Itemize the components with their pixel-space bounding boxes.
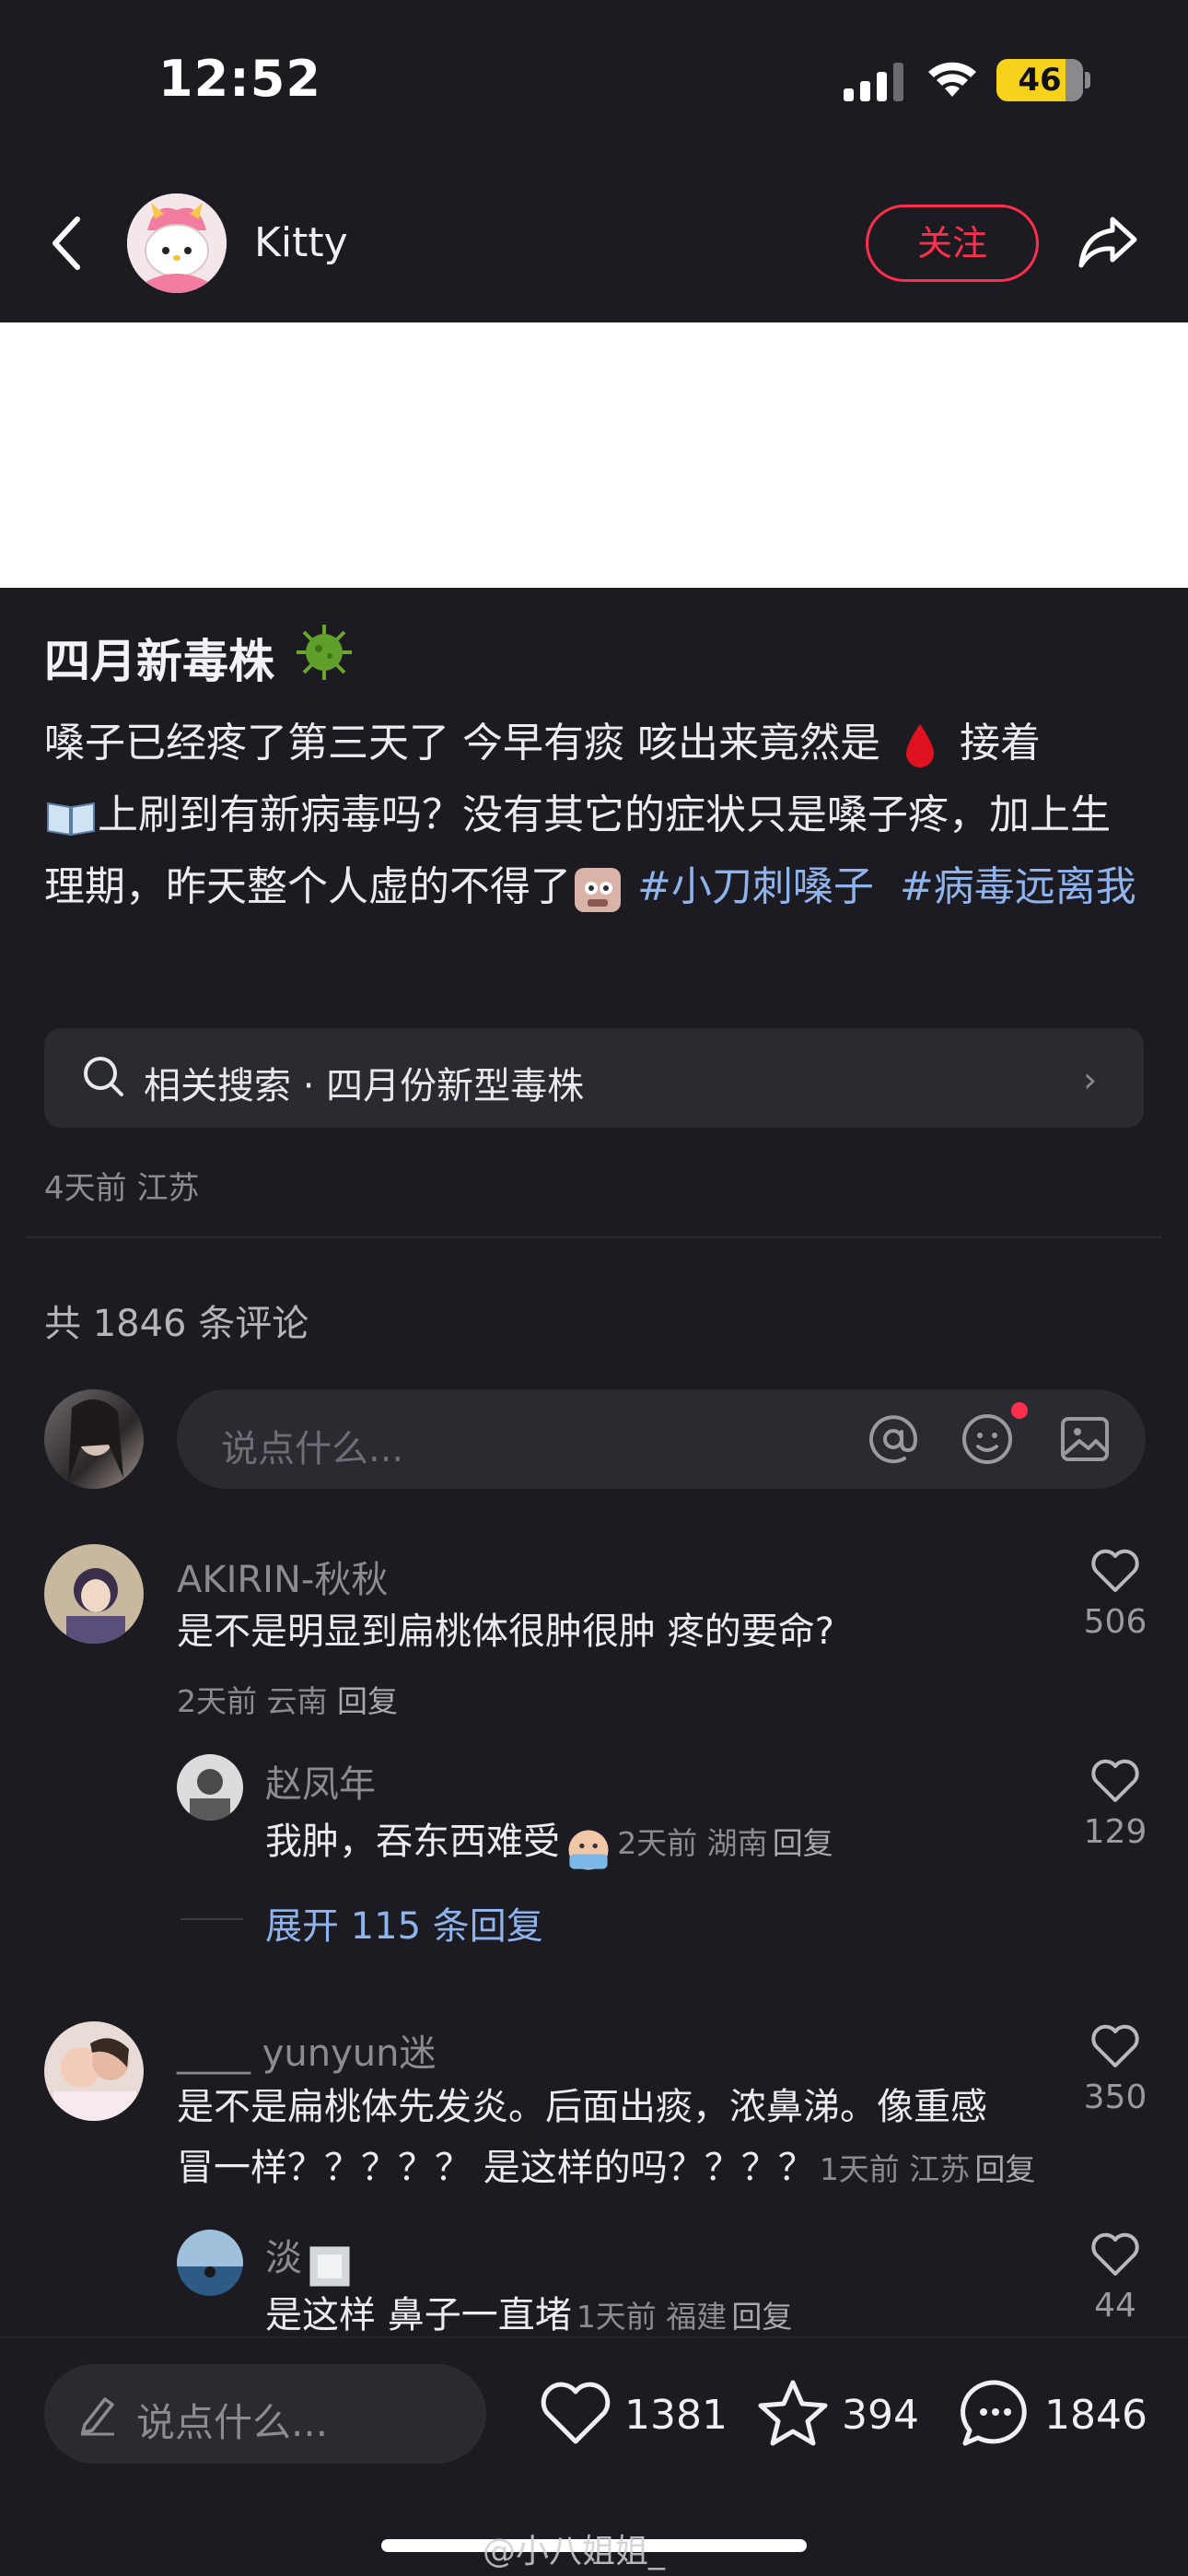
comment-text[interactable]: 是不是明显到扁桃体很肿很肿 疼的要命?: [177, 1601, 834, 1662]
status-time: 12:52: [158, 50, 321, 108]
battery-level: 46: [1018, 62, 1062, 99]
post-body-text-1: 嗓子已经疼了第三天了 今早有痰 咳出来竟然是: [44, 720, 880, 767]
like-count: 350: [1083, 2078, 1147, 2116]
comment-input-placeholder: 说点什么...: [221, 1428, 404, 1470]
reply-author[interactable]: 淡: [265, 2237, 302, 2279]
hashtag-link-1[interactable]: #小刀刺嗓子: [637, 863, 874, 910]
my-avatar[interactable]: [44, 1389, 144, 1489]
notification-dot: [1011, 1402, 1028, 1419]
heart-icon: [1091, 2232, 1139, 2276]
watermark: @小八姐姐_: [483, 2533, 666, 2570]
back-arrow-icon[interactable]: [48, 214, 85, 273]
favorite-star-icon[interactable]: [755, 2377, 831, 2449]
comment-time-location: 1天前 江苏: [819, 2151, 971, 2187]
reply-button[interactable]: 回复: [773, 1825, 833, 1861]
expand-replies-line: [181, 1918, 243, 1920]
divider: [26, 1236, 1162, 1238]
comment-total[interactable]: 1846: [1044, 2392, 1147, 2439]
comment-author[interactable]: AKIRIN-秋秋: [177, 1550, 388, 1603]
comment-time-location: 2天前 云南: [177, 1683, 328, 1719]
comment-bubble-icon[interactable]: [958, 2377, 1033, 2451]
user-photo-avatar-icon: [68, 1399, 123, 1481]
post-title: 四月新毒株: [44, 635, 274, 688]
heart-icon: [1091, 1759, 1139, 1802]
comment-text-line-2[interactable]: 冒一样？？？？？ 是这样的吗？？？？: [177, 2147, 815, 2189]
battery-icon: 46: [996, 59, 1083, 101]
chevron-right-icon: ›: [1083, 1060, 1098, 1100]
baby-photo-avatar-icon: [44, 2021, 144, 2121]
reply-button[interactable]: 回复: [337, 1683, 398, 1719]
pencil-icon: [81, 2397, 114, 2436]
blood-drop-icon: [905, 724, 934, 767]
image-upload-icon[interactable]: [1057, 1411, 1112, 1467]
comment-avatar[interactable]: [44, 1544, 144, 1644]
reply-like[interactable]: 44: [1065, 2231, 1166, 2324]
emoji-picker-icon[interactable]: [960, 1411, 1015, 1467]
hashtag-link-2[interactable]: #病毒远离我: [900, 863, 1136, 910]
reply-button[interactable]: 回复: [731, 2299, 792, 2335]
expand-replies-button[interactable]: 展开 115 条回复: [265, 1896, 543, 1950]
reply-time-location: 1天前 福建: [576, 2299, 728, 2335]
post-time-location: 4天前 江苏: [44, 1170, 200, 1207]
comment-meta: 2天前 云南 回复: [177, 1677, 398, 1721]
reply-body: 我肿，吞东西难受 2天前 湖南 回复: [265, 1811, 833, 1874]
bottom-input-placeholder: 说点什么...: [136, 2400, 329, 2445]
related-search-label[interactable]: 相关搜索 · 四月份新型毒株: [144, 1056, 584, 1109]
reply-avatar[interactable]: [177, 2230, 243, 2296]
comment-line-2: 冒一样？？？？？ 是这样的吗？？？？ 1天前 江苏 回复: [177, 2137, 1035, 2198]
author-avatar[interactable]: [127, 193, 227, 293]
reply-like[interactable]: 129: [1065, 1758, 1166, 1851]
share-icon[interactable]: [1076, 212, 1140, 273]
hello-kitty-avatar-icon: [127, 193, 227, 293]
search-icon: [84, 1057, 123, 1096]
reply-author[interactable]: 赵凤年: [265, 1754, 376, 1808]
reply-author-row: 淡: [265, 2228, 353, 2289]
like-total[interactable]: 1381: [624, 2392, 728, 2439]
reply-button[interactable]: 回复: [974, 2151, 1035, 2187]
comment-author[interactable]: ____ yunyun迷: [177, 2023, 436, 2077]
comment-like[interactable]: 506: [1065, 1548, 1166, 1641]
like-count: 44: [1094, 2287, 1136, 2324]
anime-avatar-icon: [44, 1544, 144, 1644]
like-count: 506: [1083, 1603, 1147, 1641]
frosted-square-sticker-icon: [309, 2245, 350, 2287]
post-image-area[interactable]: [0, 322, 1188, 588]
sick-face-sticker-icon: [575, 868, 621, 912]
like-icon[interactable]: [540, 2381, 611, 2447]
post-body: 嗓子已经疼了第三天了 今早有痰 咳出来竟然是 接着 上刷到有新病毒吗？没有其它的…: [44, 708, 1149, 923]
at-mention-icon[interactable]: [866, 1411, 921, 1467]
comment-text-line-1[interactable]: 是不是扁桃体先发炎。后面出痰，浓鼻涕。像重感: [177, 2077, 987, 2137]
cellular-signal-icon: [844, 63, 903, 101]
follow-button[interactable]: 关注: [866, 205, 1039, 282]
crying-sticker-icon: [568, 1829, 609, 1870]
reply-time-location: 2天前 湖南: [617, 1825, 768, 1861]
author-name[interactable]: Kitty: [254, 219, 348, 266]
favorite-total[interactable]: 394: [842, 2392, 919, 2439]
reply-avatar[interactable]: [177, 1754, 243, 1821]
post-body-text-2: 接着: [946, 720, 1041, 767]
virus-emoji-icon: [297, 625, 352, 680]
open-book-icon: [47, 802, 95, 837]
comment-avatar[interactable]: [44, 2021, 144, 2121]
heart-icon: [1091, 2024, 1139, 2067]
wifi-icon: [928, 62, 976, 97]
like-count: 129: [1083, 1813, 1147, 1851]
reply-text[interactable]: 是这样 鼻子一直堵: [265, 2294, 572, 2336]
battery-cap: [1085, 72, 1090, 88]
reply-text[interactable]: 我肿，吞东西难受: [265, 1821, 560, 1863]
comment-count: 共 1846 条评论: [44, 1303, 309, 1345]
sea-photo-avatar-icon: [177, 2230, 243, 2296]
heart-icon: [1091, 1549, 1139, 1592]
comment-like[interactable]: 350: [1065, 2023, 1166, 2116]
photo-avatar-icon: [177, 1754, 243, 1821]
